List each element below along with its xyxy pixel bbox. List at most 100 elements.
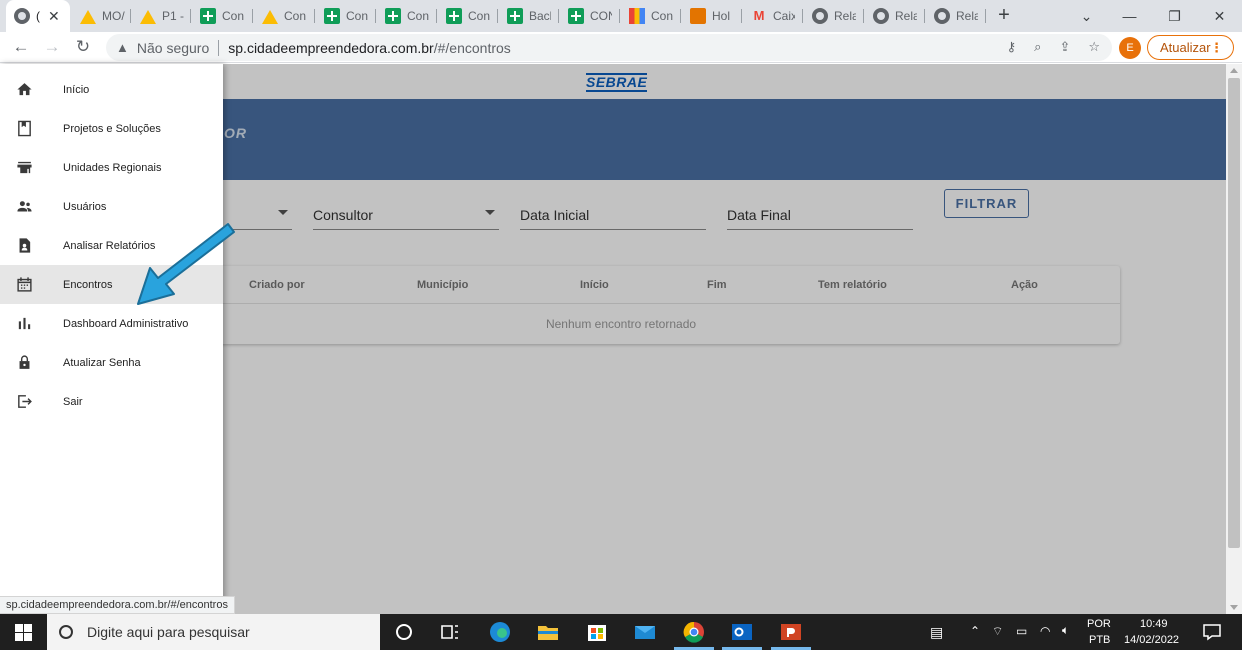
tab[interactable]: Con xyxy=(192,0,252,32)
store-app-icon[interactable] xyxy=(585,620,609,644)
page-scrollbar[interactable] xyxy=(1226,64,1242,614)
sidebar-item-atualizar-senha[interactable]: Atualizar Senha xyxy=(0,343,223,382)
tab-separator xyxy=(741,9,742,23)
update-button[interactable]: Atualizar ⋮ xyxy=(1147,35,1234,60)
tab-label: Back xyxy=(529,9,551,23)
system-tray: ▤ ⌃ ⌔ ▭ ◠ 🔈︎ xyxy=(930,614,1080,650)
tab-separator xyxy=(558,9,559,23)
sheets-icon xyxy=(507,8,523,24)
sidebar-item-label: Início xyxy=(63,83,90,96)
edge-icon[interactable] xyxy=(488,620,512,644)
language-label: POR xyxy=(1087,618,1111,630)
tab[interactable]: Hol xyxy=(682,0,742,32)
reload-button[interactable]: ↻ xyxy=(71,35,95,59)
scroll-up-arrow-icon[interactable] xyxy=(1230,68,1238,73)
new-tab-button[interactable]: + xyxy=(992,4,1016,28)
back-button[interactable]: ← xyxy=(9,35,33,59)
taskbar-search[interactable]: Digite aqui para pesquisar xyxy=(47,614,380,650)
clock[interactable]: 10:49 14/02/2022 xyxy=(1122,614,1188,650)
start-button[interactable] xyxy=(0,614,47,650)
security-label[interactable]: Não seguro xyxy=(137,40,209,56)
wifi-icon[interactable]: ◠ xyxy=(1040,624,1050,638)
tab[interactable]: CON xyxy=(560,0,620,32)
powerpoint-icon[interactable] xyxy=(779,620,803,644)
sidebar-item-inicio[interactable]: Início xyxy=(0,70,223,109)
tray-expand-icon[interactable]: ⌃ xyxy=(970,624,980,638)
share-icon[interactable]: ⇪ xyxy=(1059,39,1070,55)
tab-separator xyxy=(375,9,376,23)
file-explorer-icon[interactable] xyxy=(536,620,560,644)
tab[interactable]: Con xyxy=(621,0,681,32)
tab-separator xyxy=(802,9,803,23)
tab[interactable]: Con xyxy=(377,0,437,32)
sidebar-item-sair[interactable]: Sair xyxy=(0,382,223,421)
tab[interactable]: P1 - xyxy=(132,0,190,32)
tab-strip: ( ✕ MO/ P1 - Con Con Con Con Con Back xyxy=(0,0,1242,32)
outlook-icon[interactable] xyxy=(730,620,754,644)
tab-label: Rela xyxy=(956,9,978,23)
notification-icon[interactable] xyxy=(1200,620,1224,644)
tab[interactable]: Con xyxy=(254,0,314,32)
sheets-icon xyxy=(200,8,216,24)
task-view-icon[interactable] xyxy=(438,620,462,644)
cortana-icon[interactable] xyxy=(392,620,416,644)
volume-icon[interactable]: 🔈︎ xyxy=(1062,623,1069,638)
url-host[interactable]: sp.cidadeempreendedora.com.br xyxy=(228,40,433,56)
close-window-button[interactable]: ✕ xyxy=(1197,0,1242,32)
profile-avatar[interactable]: E xyxy=(1119,37,1141,59)
tab-label: CON xyxy=(590,9,612,23)
search-icon xyxy=(59,625,73,639)
forward-button[interactable]: → xyxy=(40,35,64,59)
people-icon xyxy=(17,201,32,212)
sidebar-item-label: Usuários xyxy=(63,200,107,213)
windows-taskbar: Digite aqui para pesquisar ▤ ⌃ ⌔ ▭ ◠ 🔈︎ … xyxy=(0,614,1242,650)
sidebar-item-unidades[interactable]: Unidades Regionais xyxy=(0,148,223,187)
tab-search-button[interactable]: ⌄ xyxy=(1064,0,1109,32)
tab[interactable]: Rela xyxy=(926,0,986,32)
tab-label: Hol xyxy=(712,9,731,23)
tab[interactable]: Rela xyxy=(865,0,925,32)
tab-separator xyxy=(497,9,498,23)
bookmark-icon xyxy=(18,120,31,137)
tab[interactable]: M Caix xyxy=(743,0,803,32)
key-icon[interactable]: ⚷ xyxy=(1007,39,1017,55)
star-icon[interactable]: ☆ xyxy=(1088,39,1100,55)
battery-icon[interactable]: ▭ xyxy=(1016,624,1027,638)
annotation-arrow-icon xyxy=(137,223,235,305)
language-indicator[interactable]: POR PTB xyxy=(1087,614,1113,650)
tab-active[interactable]: ( ✕ xyxy=(6,0,70,32)
report-icon xyxy=(19,238,31,253)
lock-icon xyxy=(19,355,30,369)
url-path[interactable]: /#/encontros xyxy=(434,40,511,56)
scroll-down-arrow-icon[interactable] xyxy=(1230,605,1238,610)
tab[interactable]: Con xyxy=(438,0,498,32)
network-icon[interactable]: ⌔ xyxy=(992,624,1003,639)
tab-label: Con xyxy=(284,9,306,23)
tab[interactable]: Rela xyxy=(804,0,864,32)
tab-label: Con xyxy=(407,9,429,23)
close-icon[interactable]: ✕ xyxy=(48,8,60,25)
tab[interactable]: Back xyxy=(499,0,559,32)
mail-icon[interactable] xyxy=(633,620,657,644)
clock-date: 14/02/2022 xyxy=(1124,634,1180,646)
scroll-thumb[interactable] xyxy=(1228,78,1240,548)
sidebar-item-label: Atualizar Senha xyxy=(63,356,141,369)
globe-icon xyxy=(873,8,889,24)
globe-icon xyxy=(934,8,950,24)
zoom-icon[interactable]: ⌕ xyxy=(1034,39,1041,55)
tab-label: ( xyxy=(36,9,40,23)
address-bar[interactable]: ▲ Não seguro sp.cidadeempreendedora.com.… xyxy=(106,34,1112,61)
drive-icon xyxy=(262,8,278,24)
chrome-icon[interactable] xyxy=(682,620,706,644)
globe-icon xyxy=(812,8,828,24)
tab[interactable]: MO/ xyxy=(72,0,132,32)
restore-button[interactable]: ❐ xyxy=(1152,0,1197,32)
minimize-button[interactable]: — xyxy=(1107,0,1152,32)
bar-chart-icon xyxy=(18,317,31,330)
warning-icon[interactable]: ▲ xyxy=(116,40,129,55)
tab-label: P1 - xyxy=(162,9,184,23)
photo-icon xyxy=(690,8,706,24)
tab[interactable]: Con xyxy=(316,0,376,32)
news-icon[interactable]: ▤ xyxy=(930,624,943,641)
sidebar-item-projetos[interactable]: Projetos e Soluções xyxy=(0,109,223,148)
